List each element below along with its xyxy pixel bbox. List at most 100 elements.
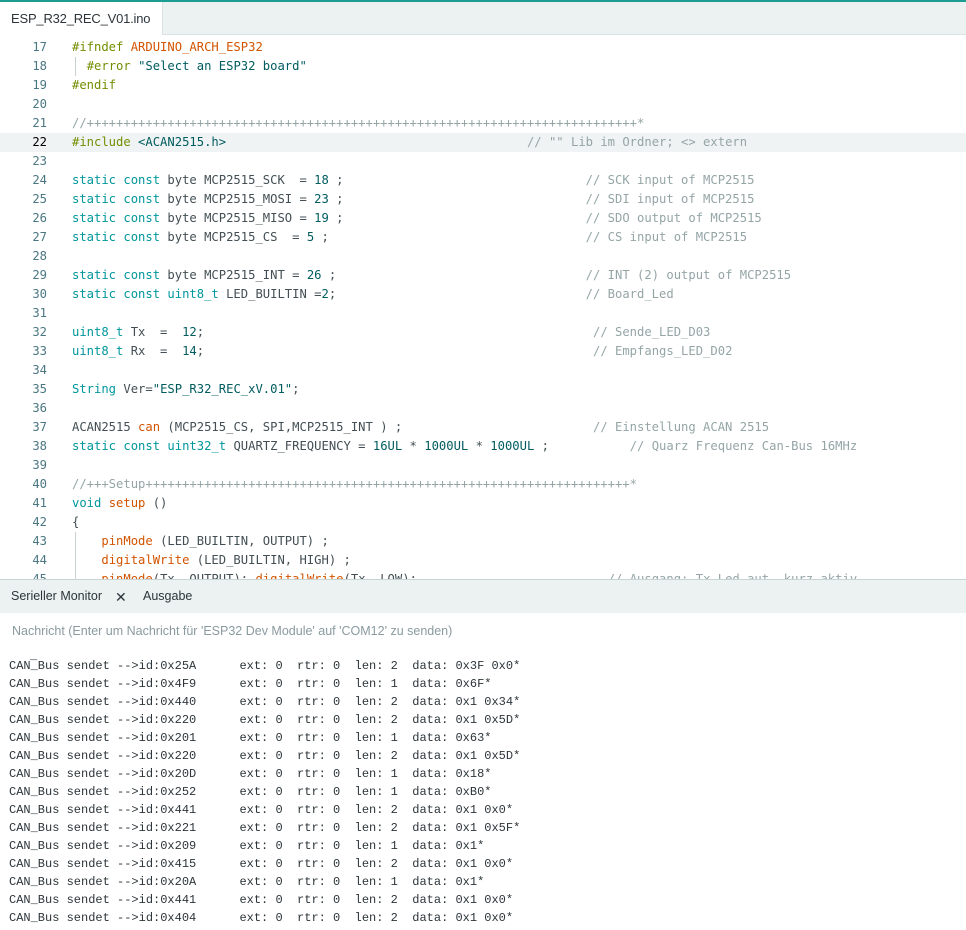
code-token: static const	[72, 439, 168, 453]
line-number: 39	[32, 458, 47, 472]
line-number: 34	[32, 363, 47, 377]
code-token: uint8_t	[167, 287, 227, 301]
code-token: #endif	[72, 78, 117, 92]
code-token: // Board_Led	[585, 287, 674, 301]
line-number: 24	[32, 173, 47, 187]
serial-message-input[interactable]	[12, 613, 952, 649]
code-line[interactable]: 32 uint8_t Tx = 12; // Sende_LED_D03	[0, 323, 966, 342]
code-line[interactable]: 35 String Ver="ESP_R32_REC_xV.01";	[0, 380, 966, 399]
serial-line: CAN_Bus sendet -->id:0x4F9 ext: 0 rtr: 0…	[9, 677, 492, 691]
code-line[interactable]: 39	[0, 456, 966, 475]
code-line[interactable]: 36	[0, 399, 966, 418]
serial-line: CAN_Bus sendet -->id:0x220 ext: 0 rtr: 0…	[9, 713, 521, 727]
code-token: (LED_BUILTIN, HIGH) ;	[196, 553, 351, 567]
code-line[interactable]: 27 static const byte MCP2515_CS = 5 ; // …	[0, 228, 966, 247]
code-token: byte MCP2515_INT =	[167, 268, 307, 282]
line-number: 40	[32, 477, 47, 491]
serial-line: CAN_Bus sendet -->id:0x441 ext: 0 rtr: 0…	[9, 893, 514, 907]
code-text: void setup ()	[72, 494, 167, 513]
code-text: static const byte MCP2515_MOSI = 23 ; //…	[72, 190, 754, 209]
code-token: 19	[314, 211, 329, 225]
code-line[interactable]: 20	[0, 95, 966, 114]
code-text: static const byte MCP2515_MISO = 19 ; //…	[72, 209, 762, 228]
code-token: 23	[314, 192, 329, 206]
code-line[interactable]: 41 void setup ()	[0, 494, 966, 513]
code-token: ;	[328, 287, 586, 301]
line-number: 29	[32, 268, 47, 282]
code-text: String Ver="ESP_R32_REC_xV.01";	[72, 380, 300, 399]
code-line[interactable]: 40 //+++Setup++++++++++++++++++++++++++++…	[0, 475, 966, 494]
code-token: ACAN2515	[72, 420, 139, 434]
code-text: static const uint32_t QUARTZ_FREQUENCY =…	[72, 437, 857, 456]
code-token: ;	[534, 439, 630, 453]
code-line[interactable]: 42 {	[0, 513, 966, 532]
code-text: static const uint8_t LED_BUILTIN =2; // …	[72, 285, 674, 304]
code-line[interactable]: 45 pinMode(Tx, OUTPUT); digitalWrite(Tx,…	[0, 570, 966, 579]
code-text: //+++Setup++++++++++++++++++++++++++++++…	[72, 475, 637, 494]
code-token: //++++++++++++++++++++++++++++++++++++++…	[72, 116, 645, 130]
code-token: Ver=	[123, 382, 153, 396]
code-line[interactable]: 33 uint8_t Rx = 14; // Empfangs_LED_D02	[0, 342, 966, 361]
serial-output[interactable]: _ CAN_Bus sendet -->id:0x25A ext: 0 rtr:…	[0, 651, 966, 930]
code-line[interactable]: 18 #error "Select an ESP32 board"	[0, 57, 966, 76]
code-token: ;	[321, 268, 586, 282]
code-token: pinMode	[101, 534, 161, 548]
code-line[interactable]: 25 static const byte MCP2515_MOSI = 23 ; …	[0, 190, 966, 209]
line-number: 32	[32, 325, 47, 339]
serial-line: CAN_Bus sendet -->id:0x25A ext: 0 rtr: 0…	[9, 659, 521, 673]
code-token: 1000UL	[490, 439, 535, 453]
code-line[interactable]: 37 ACAN2515 can (MCP2515_CS, SPI,MCP2515_…	[0, 418, 966, 437]
code-token: ;	[328, 192, 586, 206]
tab-serial-monitor[interactable]: Serieller Monitor	[11, 580, 102, 613]
code-line[interactable]: 44 digitalWrite (LED_BUILTIN, HIGH) ;	[0, 551, 966, 570]
code-line[interactable]: 24 static const byte MCP2515_SCK = 18 ; /…	[0, 171, 966, 190]
code-line[interactable]: 19 #endif	[0, 76, 966, 95]
serial-line: CAN_Bus sendet -->id:0x252 ext: 0 rtr: 0…	[9, 785, 492, 799]
code-text: pinMode (LED_BUILTIN, OUTPUT) ;	[72, 532, 328, 551]
code-token: 1000UL	[424, 439, 469, 453]
code-line[interactable]: 31	[0, 304, 966, 323]
tab-output[interactable]: Ausgabe	[143, 580, 192, 613]
code-line[interactable]: 22 #include <ACAN2515.h> // "" Lib im Ord…	[0, 133, 966, 152]
code-token: byte MCP2515_CS =	[167, 230, 307, 244]
code-token: uint32_t	[167, 439, 234, 453]
code-token: QUARTZ_FREQUENCY =	[233, 439, 373, 453]
code-token: "Select an ESP32 board"	[138, 59, 307, 73]
code-line[interactable]: 38 static const uint32_t QUARTZ_FREQUENCY…	[0, 437, 966, 456]
code-token: *	[402, 439, 425, 453]
code-token: #include	[72, 135, 139, 149]
code-text: static const byte MCP2515_INT = 26 ; // …	[72, 266, 791, 285]
code-line[interactable]: 26 static const byte MCP2515_MISO = 19 ; …	[0, 209, 966, 228]
code-line[interactable]: 34	[0, 361, 966, 380]
code-token: byte MCP2515_SCK =	[167, 173, 315, 187]
code-editor[interactable]: 17 #ifndef ARDUINO_ARCH_ESP32 18 #error "S…	[0, 36, 966, 579]
code-token: ;	[314, 230, 586, 244]
code-text: #endif	[72, 76, 116, 95]
code-token: Rx =	[130, 344, 183, 358]
code-text: //++++++++++++++++++++++++++++++++++++++…	[72, 114, 644, 133]
code-line[interactable]: 43 pinMode (LED_BUILTIN, OUTPUT) ;	[0, 532, 966, 551]
code-line[interactable]: 17 #ifndef ARDUINO_ARCH_ESP32	[0, 38, 966, 57]
line-number: 17	[32, 40, 47, 54]
code-line[interactable]: 21 //++++++++++++++++++++++++++++++++++++…	[0, 114, 966, 133]
code-line[interactable]: 29 static const byte MCP2515_INT = 26 ; /…	[0, 266, 966, 285]
code-line[interactable]: 28	[0, 247, 966, 266]
line-number: 30	[32, 287, 47, 301]
code-token: LED_BUILTIN =	[226, 287, 322, 301]
file-tab[interactable]: ESP_R32_REC_V01.ino	[0, 2, 164, 35]
close-icon[interactable]: ✕	[115, 580, 127, 613]
code-token: 16UL	[372, 439, 403, 453]
code-token: *	[468, 439, 491, 453]
code-token: // SCK input of MCP2515	[585, 173, 755, 187]
code-text: static const byte MCP2515_SCK = 18 ; // …	[72, 171, 754, 190]
code-line[interactable]: 23	[0, 152, 966, 171]
line-number: 18	[32, 59, 47, 73]
code-line[interactable]: 30 static const uint8_t LED_BUILTIN =2; /…	[0, 285, 966, 304]
code-token: String	[72, 382, 124, 396]
code-token: 2	[321, 287, 329, 301]
line-number: 36	[32, 401, 47, 415]
code-token: static const	[72, 230, 168, 244]
